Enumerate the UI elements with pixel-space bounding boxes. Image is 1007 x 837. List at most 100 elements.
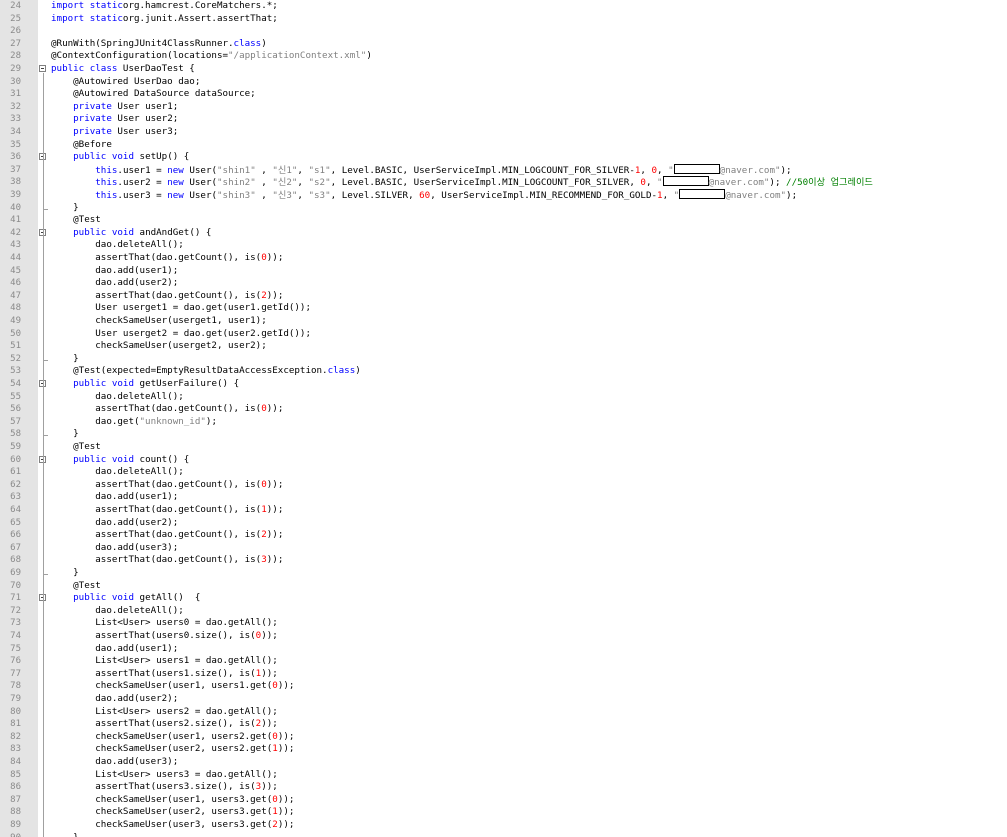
code-line[interactable]: 31 @Autowired DataSource dataSource; [0, 88, 1007, 101]
code-line[interactable]: 78 checkSameUser(user1, users1.get(0)); [0, 680, 1007, 693]
code-line[interactable]: 68 assertThat(dao.getCount(), is(3)); [0, 554, 1007, 567]
code-token: User userget2 = dao.get(user2.getId()); [51, 327, 311, 339]
code-line[interactable]: 77 assertThat(users1.size(), is(1)); [0, 668, 1007, 681]
code-line[interactable]: 40 } [0, 202, 1007, 215]
code-line[interactable]: 54 public void getUserFailure() { [0, 378, 1007, 391]
code-line[interactable]: 33 private User user2; [0, 113, 1007, 126]
code-line[interactable]: 82 checkSameUser(user1, users2.get(0)); [0, 731, 1007, 744]
code-line[interactable]: 87 checkSameUser(user1, users3.get(0)); [0, 794, 1007, 807]
code-line[interactable]: 90 } [0, 832, 1007, 837]
code-line[interactable]: 34 private User user3; [0, 126, 1007, 139]
code-line[interactable]: 37 this.user1 = new User("shin1" , "신1",… [0, 163, 1007, 177]
code-line[interactable]: 25 import staticorg.junit.Assert.assertTh… [0, 13, 1007, 26]
code-line[interactable]: 49 checkSameUser(userget1, user1); [0, 315, 1007, 328]
code-line[interactable]: 71 public void getAll() { [0, 592, 1007, 605]
code-line[interactable]: 24 import staticorg.hamcrest.CoreMatchers… [0, 0, 1007, 13]
code-line[interactable]: 28 @ContextConfiguration(locations="/appl… [0, 50, 1007, 63]
code-line[interactable]: 73 List<User> users0 = dao.getAll(); [0, 617, 1007, 630]
line-number: 41 [10, 215, 21, 226]
code-line[interactable]: 76 List<User> users1 = dao.getAll(); [0, 655, 1007, 668]
code-token: ); [786, 190, 803, 201]
code-line[interactable]: 61 dao.deleteAll(); [0, 466, 1007, 479]
code-line[interactable]: 79 dao.add(user2); [0, 693, 1007, 706]
code-token: } [51, 201, 79, 213]
code-line[interactable]: 47 assertThat(dao.getCount(), is(2)); [0, 290, 1007, 303]
code-line[interactable]: 42 public void andAndGet() { [0, 227, 1007, 240]
code-token: 60 [419, 190, 431, 201]
code-line[interactable]: 83 checkSameUser(user2, users2.get(1)); [0, 743, 1007, 756]
code-text: assertThat(dao.getCount(), is(1)); [51, 504, 283, 517]
code-text: dao.add(user3); [51, 756, 178, 769]
code-text: User userget2 = dao.get(user2.getId()); [51, 328, 311, 341]
code-line[interactable]: 39 this.user3 = new User("shin3" , "신3",… [0, 189, 1007, 202]
code-line[interactable]: 75 dao.add(user1); [0, 643, 1007, 656]
line-number: 75 [10, 643, 21, 654]
code-text: assertThat(users3.size(), is(3)); [51, 781, 278, 794]
code-token: )); [266, 504, 284, 515]
fold-toggle-icon[interactable] [39, 65, 46, 72]
code-line[interactable]: 36 public void setUp() { [0, 151, 1007, 164]
code-line[interactable]: 89 checkSameUser(user3, users3.get(2)); [0, 819, 1007, 832]
line-number: 44 [10, 253, 21, 263]
code-token: this [95, 177, 118, 189]
code-line[interactable]: 62 assertThat(dao.getCount(), is(0)); [0, 479, 1007, 492]
code-line[interactable]: 44 assertThat(dao.getCount(), is(0)); [0, 252, 1007, 265]
code-token: class [233, 37, 262, 49]
code-line[interactable]: 86 assertThat(users3.size(), is(3)); [0, 781, 1007, 794]
code-token: org.hamcrest.CoreMatchers.*; [122, 0, 278, 11]
code-line[interactable]: 50 User userget2 = dao.get(user2.getId()… [0, 328, 1007, 341]
code-line[interactable]: 57 dao.get("unknown_id"); [0, 416, 1007, 429]
line-number: 29 [10, 64, 21, 74]
code-line[interactable]: 88 checkSameUser(user2, users3.get(1)); [0, 806, 1007, 819]
code-line[interactable]: 41 @Test [0, 214, 1007, 227]
code-token: public void [73, 378, 134, 389]
code-line[interactable]: 26 [0, 25, 1007, 38]
code-line[interactable]: 58 } [0, 428, 1007, 441]
code-token: ); [769, 177, 787, 189]
code-line[interactable]: 46 dao.add(user2); [0, 277, 1007, 290]
code-line[interactable]: 69 } [0, 567, 1007, 580]
code-line[interactable]: 43 dao.deleteAll(); [0, 239, 1007, 252]
code-line[interactable]: 85 List<User> users3 = dao.getAll(); [0, 769, 1007, 782]
code-line[interactable]: 35 @Before [0, 139, 1007, 152]
code-text: checkSameUser(user2, users2.get(1)); [51, 743, 294, 756]
code-line[interactable]: 30 @Autowired UserDao dao; [0, 76, 1007, 89]
code-line[interactable]: 81 assertThat(users2.size(), is(2)); [0, 718, 1007, 731]
code-line[interactable]: 80 List<User> users2 = dao.getAll(); [0, 706, 1007, 719]
code-line[interactable]: 32 private User user1; [0, 101, 1007, 114]
code-line[interactable]: 65 dao.add(user2); [0, 517, 1007, 530]
code-token: this [95, 164, 118, 176]
code-line[interactable]: 52 } [0, 353, 1007, 366]
code-line[interactable]: 70 @Test [0, 580, 1007, 593]
code-line[interactable]: 53 @Test(expected=EmptyResultDataAccessE… [0, 365, 1007, 378]
code-line[interactable]: 74 assertThat(users0.size(), is(0)); [0, 630, 1007, 643]
code-editor[interactable]: 24 import staticorg.hamcrest.CoreMatchers… [0, 0, 1007, 837]
code-line[interactable]: 45 dao.add(user1); [0, 265, 1007, 278]
code-token: assertThat(users1.size(), is( [51, 667, 256, 679]
code-line[interactable]: 60 public void count() { [0, 454, 1007, 467]
code-line[interactable]: 56 assertThat(dao.getCount(), is(0)); [0, 403, 1007, 416]
code-token: class [327, 365, 356, 377]
line-number: 85 [10, 769, 21, 780]
code-text: @Test [51, 214, 101, 227]
code-line[interactable]: 55 dao.deleteAll(); [0, 391, 1007, 404]
code-line[interactable]: 51 checkSameUser(userget2, user2); [0, 340, 1007, 353]
code-text: dao.add(user3); [51, 542, 178, 555]
code-line[interactable]: 64 assertThat(dao.getCount(), is(1)); [0, 504, 1007, 517]
code-line[interactable]: 59 @Test [0, 441, 1007, 454]
code-line[interactable]: 27 @RunWith(SpringJUnit4ClassRunner.class… [0, 38, 1007, 51]
code-line[interactable]: 63 dao.add(user1); [0, 491, 1007, 504]
code-line[interactable]: 72 dao.deleteAll(); [0, 605, 1007, 618]
code-token: , [645, 177, 658, 189]
code-line[interactable]: 66 assertThat(dao.getCount(), is(2)); [0, 529, 1007, 542]
code-line[interactable]: 84 dao.add(user3); [0, 756, 1007, 769]
code-line[interactable]: 38 this.user2 = new User("shin2" , "신2",… [0, 176, 1007, 189]
line-number: 84 [10, 757, 21, 767]
code-line[interactable]: 67 dao.add(user3); [0, 542, 1007, 555]
code-text: } [51, 567, 79, 580]
code-token: ) [366, 50, 372, 62]
code-line[interactable]: 29 public class UserDaoTest { [0, 63, 1007, 76]
code-line[interactable]: 48 User userget1 = dao.get(user1.getId()… [0, 302, 1007, 315]
code-token: "s2" [308, 177, 331, 189]
